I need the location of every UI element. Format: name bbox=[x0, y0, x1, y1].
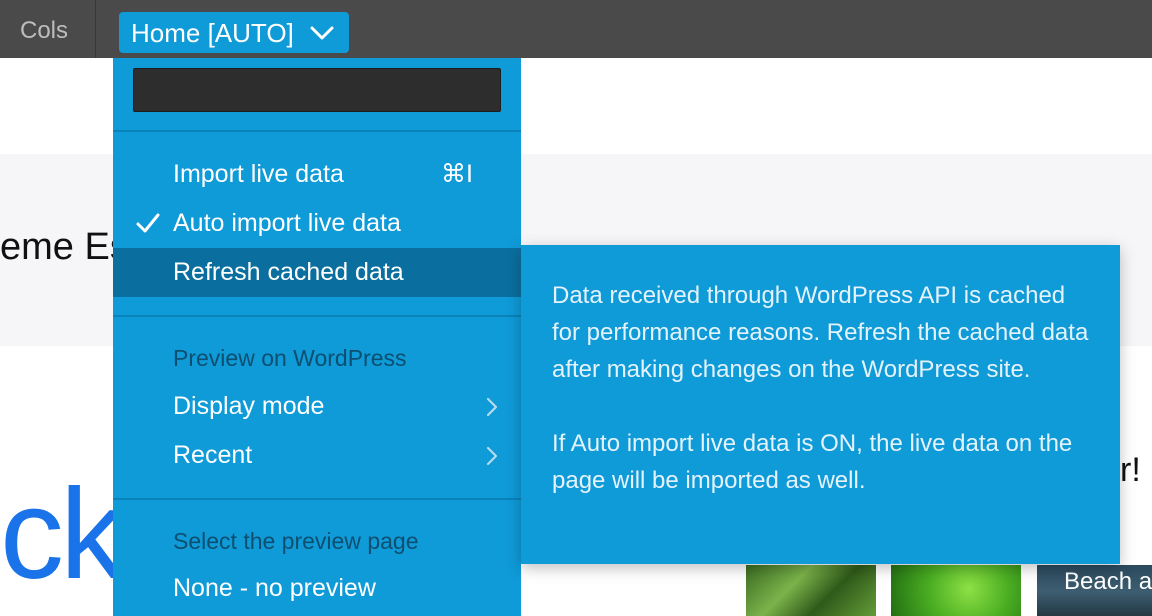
shortcut-label: ⌘I bbox=[441, 160, 473, 188]
section-label-select-page: Select the preview page bbox=[173, 528, 419, 554]
top-toolbar: Cols Home [AUTO] bbox=[0, 0, 1152, 58]
tooltip-text: Data received through WordPress API is c… bbox=[552, 282, 1089, 383]
menu-item-refresh-cached-data[interactable]: Refresh cached data bbox=[113, 248, 521, 297]
thumbnail-leaf bbox=[891, 565, 1021, 616]
refresh-tooltip: Data received through WordPress API is c… bbox=[521, 245, 1120, 564]
menu-separator bbox=[113, 130, 521, 132]
menu-item-label: None - no preview bbox=[173, 574, 376, 602]
menu-item-label: Import live data bbox=[173, 160, 344, 188]
page-cta-text: r! bbox=[1120, 451, 1141, 489]
menu-item-none-no-preview[interactable]: None - no preview bbox=[113, 564, 521, 613]
menu-item-auto-import-live-data[interactable]: Auto import live data bbox=[113, 199, 521, 248]
menu-item-display-mode[interactable]: Display mode bbox=[113, 382, 521, 431]
chevron-right-icon bbox=[486, 397, 498, 417]
page-select-label: Home [AUTO] bbox=[131, 18, 294, 48]
menu-separator bbox=[113, 498, 521, 500]
menu-item-label: Auto import live data bbox=[173, 209, 401, 237]
menu-item-recent[interactable]: Recent bbox=[113, 431, 521, 480]
thumbnail-caption: Beach at Big bbox=[1064, 568, 1152, 595]
page-heading: eme Es bbox=[0, 226, 113, 268]
checkmark-icon bbox=[136, 213, 160, 233]
chevron-right-icon bbox=[486, 446, 498, 466]
tooltip-text: If Auto import live data is ON, the live… bbox=[552, 430, 1073, 494]
menu-item-label: Refresh cached data bbox=[173, 258, 404, 286]
menu-item-label: Recent bbox=[173, 441, 253, 469]
page-big-text: ck bbox=[0, 463, 113, 606]
menu-item-label: Display mode bbox=[173, 392, 325, 420]
menu-separator bbox=[113, 315, 521, 317]
thumbnail-fern bbox=[746, 565, 876, 616]
page-menu: Import live data ⌘I Auto import live dat… bbox=[113, 58, 521, 616]
menu-item-import-live-data[interactable]: Import live data ⌘I bbox=[113, 150, 521, 199]
chevron-down-icon bbox=[310, 26, 334, 40]
section-label-preview: Preview on WordPress bbox=[173, 345, 407, 371]
cols-label: Cols bbox=[20, 17, 69, 44]
thumbnail-beach: Beach at Big bbox=[1037, 565, 1152, 616]
cols-button[interactable]: Cols bbox=[0, 0, 96, 58]
page-select-dropdown[interactable]: Home [AUTO] bbox=[119, 12, 349, 53]
page-search-input[interactable] bbox=[133, 68, 501, 112]
